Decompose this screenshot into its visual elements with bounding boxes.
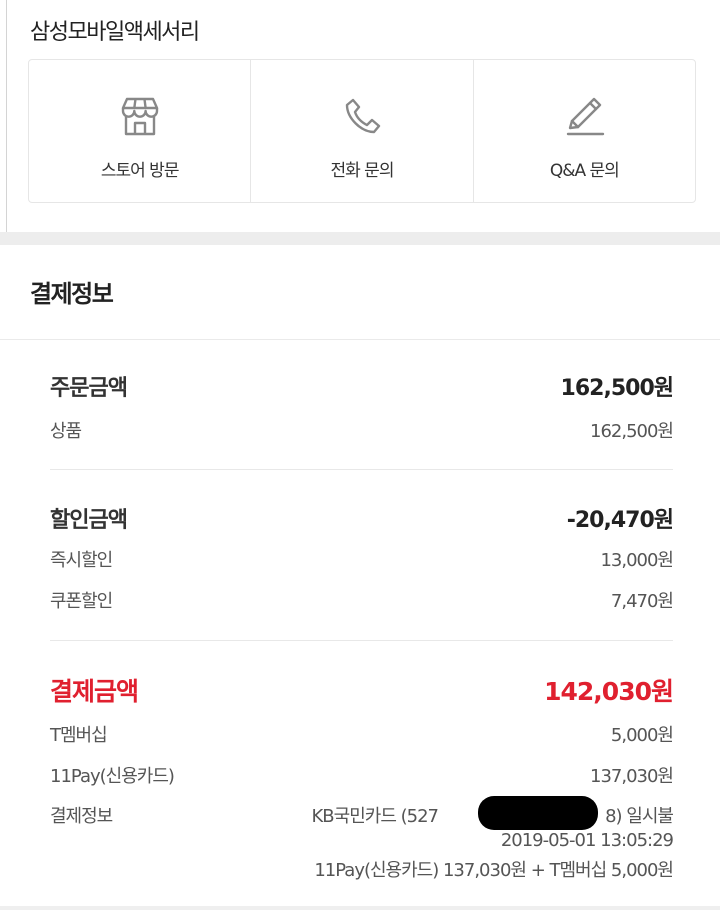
seller-section: 삼성모바일액세서리 스토어 방문 전화 문의 Q&A 문의 xyxy=(0,0,720,241)
order-amount-row: 주문금액 162,500원 xyxy=(50,370,674,402)
product-row: 상품 162,500원 xyxy=(50,417,674,443)
payment-title-divider xyxy=(0,339,720,340)
card-name: KB국민카드 (527 xyxy=(311,806,439,827)
product-value: 162,500원 xyxy=(590,421,674,442)
qna-inquiry-label: Q&A 문의 xyxy=(549,161,620,181)
instant-discount-label: 즉시할인 xyxy=(50,550,113,571)
coupon-discount-row: 쿠폰할인 7,470원 xyxy=(50,587,674,613)
t-membership-row: T멤버십 5,000원 xyxy=(50,721,674,747)
coupon-discount-value: 7,470원 xyxy=(610,591,674,612)
store-visit-button[interactable]: 스토어 방문 xyxy=(29,60,252,202)
discount-label: 할인금액 xyxy=(50,508,128,533)
payment-summary: 11Pay(신용카드) 137,030원 + T멤버십 5,000원 xyxy=(314,860,674,881)
payment-detail-label: 결제정보 xyxy=(50,806,113,827)
seller-actions: 스토어 방문 전화 문의 Q&A 문의 xyxy=(28,59,696,203)
order-amount-value: 162,500원 xyxy=(560,376,674,401)
total-payment-row: 결제금액 142,030원 xyxy=(50,672,674,708)
divider xyxy=(50,640,673,641)
discount-row: 할인금액 -20,470원 xyxy=(50,502,674,534)
order-amount-label: 주문금액 xyxy=(50,376,128,401)
seller-name[interactable]: 삼성모바일액세서리 xyxy=(30,14,200,46)
phone-inquiry-label: 전화 문의 xyxy=(330,161,395,181)
coupon-discount-label: 쿠폰할인 xyxy=(50,591,113,612)
phone-inquiry-button[interactable]: 전화 문의 xyxy=(251,60,474,202)
store-visit-label: 스토어 방문 xyxy=(100,161,180,181)
payment-datetime: 2019-05-01 13:05:29 xyxy=(500,830,674,851)
payment-title: 결제정보 xyxy=(30,280,114,308)
card-edge xyxy=(0,0,7,241)
t-membership-label: T멤버십 xyxy=(50,725,108,746)
redaction-mark xyxy=(478,796,598,830)
instant-discount-value: 13,000원 xyxy=(600,550,674,571)
bottom-divider xyxy=(0,906,720,910)
store-icon xyxy=(121,97,158,136)
card-installment: 8) 일시불 xyxy=(605,806,674,827)
product-label: 상품 xyxy=(50,421,82,442)
t-membership-value: 5,000원 xyxy=(610,725,674,746)
total-payment-label: 결제금액 xyxy=(50,677,139,706)
section-gap xyxy=(0,232,720,245)
11pay-row: 11Pay(신용카드) 137,030원 xyxy=(50,762,674,788)
11pay-value: 137,030원 xyxy=(590,766,674,787)
11pay-label: 11Pay(신용카드) xyxy=(50,766,175,787)
total-payment-value: 142,030원 xyxy=(544,677,674,706)
payment-detail-row: 결제정보 xyxy=(50,802,113,828)
discount-value: -20,470원 xyxy=(566,508,674,533)
divider xyxy=(50,469,673,470)
phone-icon xyxy=(345,98,381,134)
instant-discount-row: 즉시할인 13,000원 xyxy=(50,546,674,572)
qna-inquiry-button[interactable]: Q&A 문의 xyxy=(474,60,695,202)
pencil-icon xyxy=(567,97,605,136)
